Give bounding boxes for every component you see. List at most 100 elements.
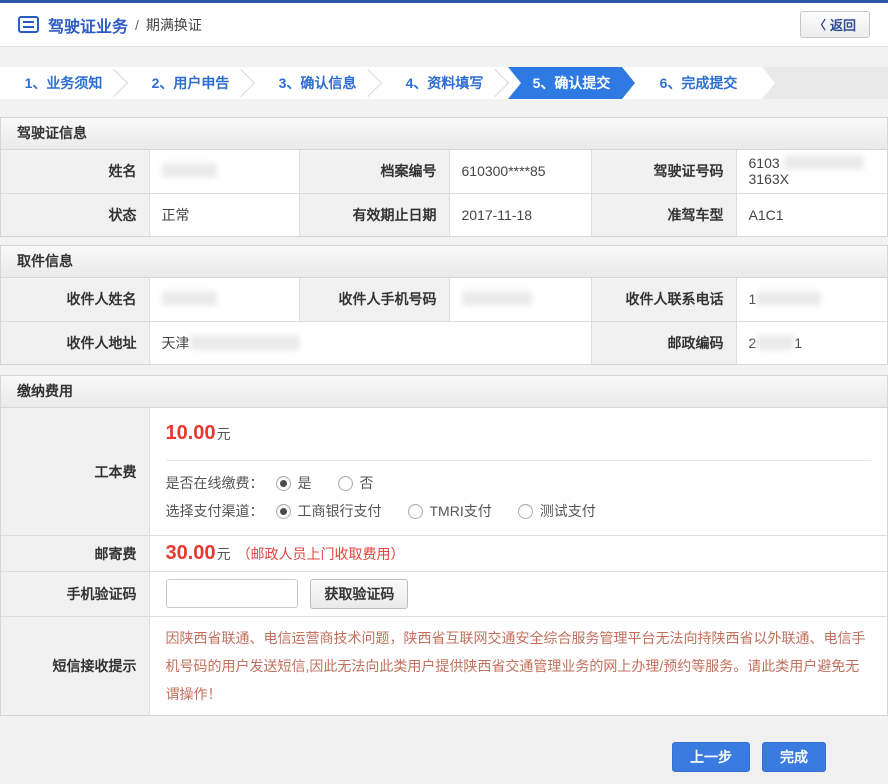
- license-info-table: 姓名 档案编号 610300****85 驾驶证号码 6103 3163X 状态…: [1, 150, 887, 236]
- radio-unselected-icon: [518, 504, 533, 519]
- radio-unselected-icon: [338, 476, 353, 491]
- fees-title: 缴纳费用: [1, 376, 887, 408]
- expiry-label: 有效期止日期: [299, 193, 449, 236]
- postage-note: （邮政人员上门收取费用）: [237, 546, 405, 562]
- radio-selected-icon: [276, 504, 291, 519]
- breadcrumb-current: 期满换证: [146, 15, 202, 35]
- postcode-prefix: 2: [749, 335, 757, 351]
- name-value: [149, 150, 299, 193]
- step-5-confirm-submit-active: 5、确认提交: [508, 67, 635, 99]
- recipient-mobile-value: [449, 278, 591, 321]
- payment-options-block: 是否在线缴费： 是 否 选择支付渠道：: [166, 460, 872, 535]
- sms-code-row: 手机验证码 获取验证码: [1, 572, 887, 617]
- table-row: 姓名 档案编号 610300****85 驾驶证号码 6103 3163X: [1, 150, 887, 193]
- sms-tip-label: 短信接收提示: [1, 617, 149, 716]
- page-title: 驾驶证业务: [48, 13, 128, 37]
- recipient-name-label: 收件人姓名: [1, 278, 149, 321]
- currency-unit: 元: [217, 426, 231, 442]
- name-label: 姓名: [1, 150, 149, 193]
- redacted-recipient-name: [162, 291, 217, 306]
- recipient-mobile-label: 收件人手机号码: [299, 278, 449, 321]
- card-fee-label: 工本费: [1, 408, 149, 536]
- recipient-phone-value: 1: [736, 278, 887, 321]
- status-label: 状态: [1, 193, 149, 236]
- postcode-value: 21: [736, 321, 887, 364]
- redacted-recipient-mobile: [462, 291, 532, 306]
- radio-label: 工商银行支付: [298, 501, 382, 521]
- card-fee-cell: 10.00元 是否在线缴费： 是 否: [149, 408, 887, 536]
- radio-selected-icon: [276, 476, 291, 491]
- radio-label: 否: [360, 473, 374, 493]
- recipient-name-value: [149, 278, 299, 321]
- recipient-address-label: 收件人地址: [1, 321, 149, 364]
- redacted-name: [162, 163, 217, 178]
- steps-filler: [762, 67, 888, 99]
- step-4-fill-data: 4、资料填写: [381, 67, 508, 99]
- online-pay-line: 是否在线缴费： 是 否: [166, 473, 872, 493]
- pay-channel-caption: 选择支付渠道：: [166, 501, 264, 521]
- license-no-suffix: 3163X: [749, 171, 789, 187]
- step-1-business-notice: 1、业务须知: [0, 67, 127, 99]
- sms-tip-cell: 因陕西省联通、电信运营商技术问题，陕西省互联网交通安全综合服务管理平台无法向持陕…: [149, 617, 887, 716]
- back-chevron-icon: 〈: [814, 16, 826, 33]
- redacted-license-no: [784, 155, 864, 170]
- sms-code-cell: 获取验证码: [149, 572, 887, 617]
- redacted-recipient-phone: [756, 291, 821, 306]
- step-2-user-declaration: 2、用户申告: [127, 67, 254, 99]
- file-no-value: 610300****85: [449, 150, 591, 193]
- finish-button[interactable]: 完成: [762, 742, 826, 772]
- recipient-address-prefix: 天津: [162, 335, 190, 351]
- postage-amount: 30.00: [166, 542, 216, 564]
- pickup-info-section: 取件信息 收件人姓名 收件人手机号码 收件人联系电话 1 收件人地址 天津 邮政…: [0, 245, 888, 365]
- sms-tip-row: 短信接收提示 因陕西省联通、电信运营商技术问题，陕西省互联网交通安全综合服务管理…: [1, 617, 887, 716]
- file-no-label: 档案编号: [299, 150, 449, 193]
- radio-unselected-icon: [408, 504, 423, 519]
- radio-channel-tmri[interactable]: TMRI支付: [408, 501, 492, 521]
- radio-label: 是: [298, 473, 312, 493]
- recipient-phone-prefix: 1: [749, 291, 757, 307]
- wizard-steps: 1、业务须知 2、用户申告 3、确认信息 4、资料填写 5、确认提交 6、完成提…: [0, 67, 888, 99]
- license-card-icon: [18, 16, 39, 33]
- back-button[interactable]: 〈 返回: [800, 11, 870, 38]
- radio-label: 测试支付: [540, 501, 596, 521]
- status-value: 正常: [149, 193, 299, 236]
- table-row: 状态 正常 有效期止日期 2017-11-18 准驾车型 A1C1: [1, 193, 887, 236]
- radio-online-pay-yes[interactable]: 是: [276, 473, 312, 493]
- redacted-postcode: [756, 335, 794, 350]
- footer-action-bar: 上一步 完成: [0, 729, 888, 784]
- table-row: 收件人地址 天津 邮政编码 21: [1, 321, 887, 364]
- sms-code-input[interactable]: [166, 579, 298, 608]
- currency-unit: 元: [217, 546, 231, 562]
- breadcrumb-divider: /: [135, 17, 139, 33]
- recipient-address-value: 天津: [149, 321, 591, 364]
- fees-section: 缴纳费用 工本费 10.00元 是否在线缴费： 是: [0, 375, 888, 716]
- vehicle-class-label: 准驾车型: [591, 193, 736, 236]
- recipient-phone-label: 收件人联系电话: [591, 278, 736, 321]
- license-info-section: 驾驶证信息 姓名 档案编号 610300****85 驾驶证号码 6103 31…: [0, 117, 888, 237]
- license-no-prefix: 6103: [749, 155, 780, 171]
- step-6-finish-submit: 6、完成提交: [635, 67, 762, 99]
- radio-channel-test[interactable]: 测试支付: [518, 501, 596, 521]
- get-sms-code-button[interactable]: 获取验证码: [310, 579, 408, 609]
- vehicle-class-value: A1C1: [736, 193, 887, 236]
- postage-label: 邮寄费: [1, 536, 149, 572]
- postage-row: 邮寄费 30.00元 （邮政人员上门收取费用）: [1, 536, 887, 572]
- postage-cell: 30.00元 （邮政人员上门收取费用）: [149, 536, 887, 572]
- step-3-confirm-info: 3、确认信息: [254, 67, 381, 99]
- license-info-title: 驾驶证信息: [1, 118, 887, 150]
- radio-channel-icbc[interactable]: 工商银行支付: [276, 501, 382, 521]
- card-fee-amount: 10.00: [166, 422, 216, 444]
- pickup-info-table: 收件人姓名 收件人手机号码 收件人联系电话 1 收件人地址 天津 邮政编码 21: [1, 278, 887, 364]
- expiry-value: 2017-11-18: [449, 193, 591, 236]
- postcode-label: 邮政编码: [591, 321, 736, 364]
- sms-tip-text: 因陕西省联通、电信运营商技术问题，陕西省互联网交通安全综合服务管理平台无法向持陕…: [150, 617, 888, 715]
- page-header: 驾驶证业务 / 期满换证 〈 返回: [0, 3, 888, 47]
- card-fee-row: 工本费 10.00元 是否在线缴费： 是 否: [1, 408, 887, 536]
- fees-table: 工本费 10.00元 是否在线缴费： 是 否: [1, 408, 887, 715]
- online-pay-caption: 是否在线缴费：: [166, 473, 264, 493]
- radio-online-pay-no[interactable]: 否: [338, 473, 374, 493]
- redacted-recipient-address: [190, 335, 300, 350]
- card-fee-amount-line: 10.00元: [166, 408, 872, 460]
- pickup-info-title: 取件信息: [1, 246, 887, 278]
- previous-step-button[interactable]: 上一步: [672, 742, 750, 772]
